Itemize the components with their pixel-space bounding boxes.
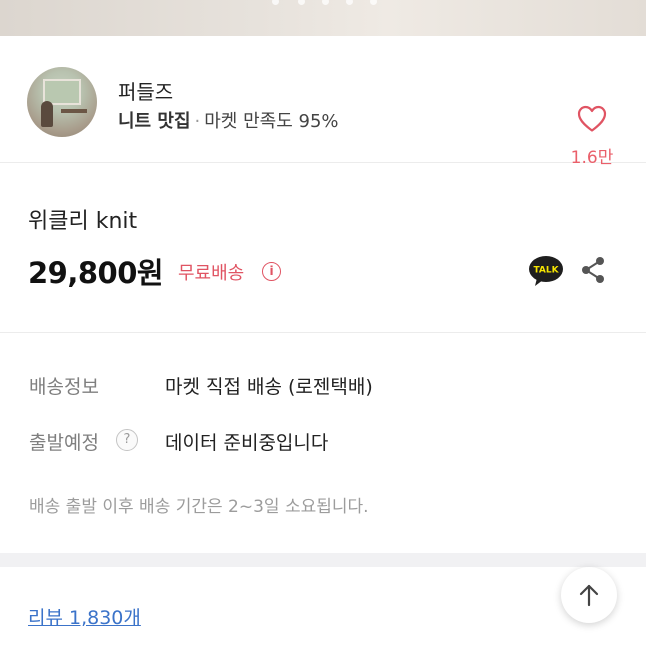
help-icon[interactable]: ? [116,429,138,451]
carousel-indicator-dot[interactable] [370,0,377,5]
product-summary: 위클리 knit 29,800원 무료배송 i TALK [0,163,646,333]
product-title: 위클리 knit [28,209,138,234]
market-satisfaction: 마켓 만족도 95% [204,111,339,132]
svg-text:TALK: TALK [533,266,559,276]
avatar-figure-shape [41,101,53,127]
seller-badge: 니트 맛집 [118,111,191,132]
delivery-info-value: 마켓 직접 배송 (로젠택배) [165,376,373,398]
meta-separator: · [194,111,201,132]
arrow-up-icon [579,584,599,607]
seller-meta: 니트 맛집 · 마켓 만족도 95% [118,107,339,133]
delivery-note: 배송 출발 이후 배송 기간은 2~3일 소요됩니다. [29,497,369,517]
scroll-to-top-button[interactable] [561,567,617,623]
seller-section: 퍼들즈 니트 맛집 · 마켓 만족도 95% 1.6만 [0,36,646,168]
seller-avatar[interactable] [27,67,97,137]
delivery-info-label: 배송정보 [29,376,99,398]
departure-label: 출발예정 [29,432,99,454]
product-price: 29,800원 [28,256,164,290]
product-image-carousel[interactable] [0,0,646,36]
section-divider [0,553,646,567]
kakaotalk-icon[interactable]: TALK [528,255,564,287]
carousel-indicator-dot[interactable] [322,0,329,5]
seller-name[interactable]: 퍼들즈 [118,76,173,105]
carousel-indicator-dot[interactable] [272,0,279,5]
heart-icon[interactable] [577,105,607,133]
departure-value: 데이터 준비중입니다 [165,432,329,454]
review-count-link[interactable]: 리뷰 1,830개 [28,603,141,630]
share-icon[interactable] [578,255,608,285]
carousel-indicator-dot[interactable] [346,0,353,5]
delivery-info-section: 배송정보 마켓 직접 배송 (로젠택배) 출발예정 ? 데이터 준비중입니다 배… [0,333,646,553]
carousel-indicator-dot[interactable] [298,0,305,5]
info-icon[interactable]: i [262,262,281,281]
free-shipping-badge: 무료배송 [178,263,245,284]
avatar-table-shape [61,109,87,113]
